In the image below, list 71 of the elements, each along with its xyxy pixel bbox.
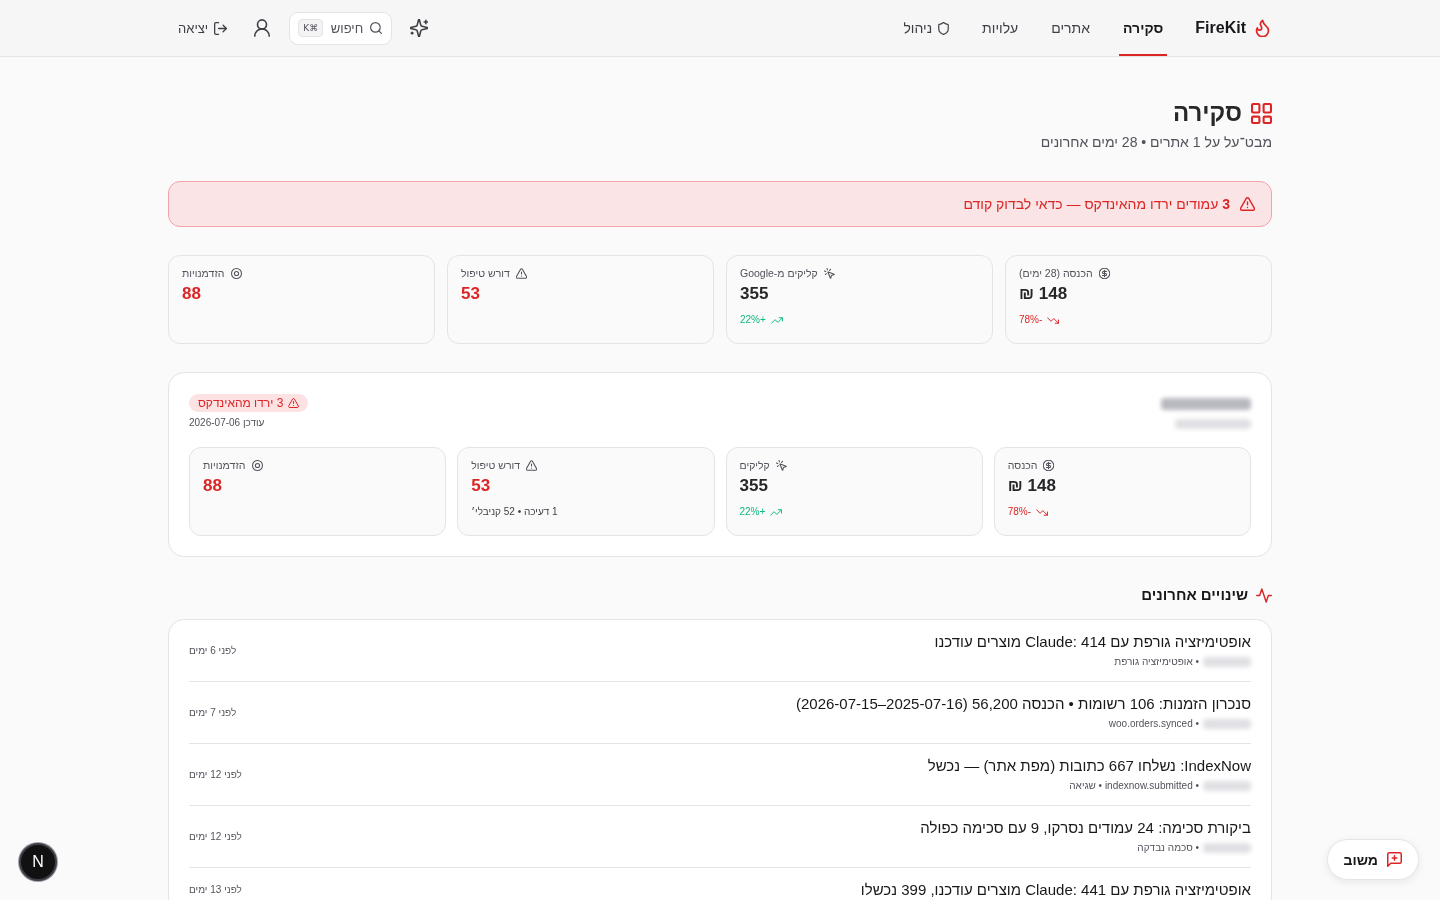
stat-value: 355 — [740, 283, 769, 305]
dev-indicator-button[interactable]: N — [19, 843, 57, 881]
activity-meta: • woo.orders.synced — [1108, 717, 1199, 731]
activity-time: לפני 6 ימים — [189, 643, 237, 658]
activity-time: לפני 12 ימים — [189, 767, 242, 782]
activity-title: אופטימיזציה גורפת עם Claude: 441 מוצרים עודכנו, 399 נכשלו — [860, 880, 1251, 900]
stat-value: 148 ₪ — [1019, 283, 1068, 305]
nav-tab[interactable]: עלויות — [978, 0, 1023, 56]
activity-meta: • indexnow.submitted • שגיאה — [1069, 779, 1199, 793]
stat-label: הכנסה — [1007, 458, 1038, 472]
stat-label: דורש טיפול — [471, 458, 521, 472]
trend-value: -78% — [1019, 313, 1043, 327]
target-icon — [251, 459, 263, 471]
stat-note: 1 דעיכה • 52 קניבלי׳ — [471, 505, 558, 519]
warning-icon — [515, 267, 527, 279]
deindexed-badge: 3 ירדו מהאינדקס — [189, 394, 309, 412]
activity-title: IndexNow: נשלחו 667 כתובות (מפת אתר) — נכשל — [927, 756, 1251, 776]
nav-tab[interactable]: סקירה — [1119, 0, 1168, 56]
warning-icon — [1240, 197, 1255, 211]
activity-time: לפני 12 ימים — [189, 829, 242, 844]
cursor-click-icon — [823, 267, 835, 279]
stat-value: 148 ₪ — [1007, 475, 1056, 497]
stat-value: 355 — [739, 475, 768, 497]
dollar-circle-icon — [1043, 459, 1055, 471]
stat-label: הזדמנויות — [203, 458, 246, 472]
activity-title: ביקורת סכימה: 24 עמודים נסרקו, 9 עם סכימה כפולה — [920, 818, 1251, 838]
stat-label: הכנסה (28 ימים) — [1019, 266, 1093, 280]
activity-meta: • סכמה נבדקה — [1137, 841, 1199, 855]
trend-value: +22% — [740, 313, 766, 327]
blurred-text — [1203, 842, 1251, 853]
sparkles-icon — [410, 19, 429, 37]
stat-label: קליקים מ-Google — [740, 266, 818, 280]
blurred-text — [1203, 780, 1251, 791]
message-plus-icon — [1387, 852, 1402, 867]
stat-label: הזדמנויות — [182, 266, 225, 280]
activity-title: אופטימיזציה גורפת עם Claude: 414 מוצרים עודכנו — [934, 632, 1251, 652]
dashboard-grid-icon — [1251, 102, 1272, 124]
stat-value: 53 — [471, 475, 491, 497]
section-title: שינויים אחרונים — [1141, 585, 1248, 605]
cursor-click-icon — [775, 459, 787, 471]
activity-title: סנכרון הזמנות: 106 רשומות • הכנסה 56,200 (2025-07-16–2026-07-15) — [796, 694, 1251, 714]
brand-link[interactable]: FireKit — [1195, 0, 1270, 56]
trend-value: -78% — [1007, 505, 1032, 519]
warning-icon — [288, 398, 300, 408]
warning-icon — [526, 459, 538, 471]
logout-icon — [214, 21, 228, 35]
updated-date: עודכן 2026-07-06 — [189, 416, 265, 430]
stat-label: קליקים — [739, 458, 770, 472]
activity-time: לפני 7 ימים — [189, 705, 237, 720]
feedback-button[interactable]: משוב — [1326, 839, 1419, 880]
blurred-text — [1203, 656, 1251, 667]
dollar-circle-icon — [1098, 267, 1110, 279]
trend-value: +22% — [739, 505, 766, 519]
blurred-text — [1203, 718, 1251, 729]
activity-time: לפני 13 ימים — [189, 883, 242, 897]
stat-value: 88 — [203, 475, 222, 497]
page-title: סקירה — [1172, 98, 1242, 128]
shield-icon — [938, 21, 950, 35]
nav-tab[interactable]: ניהול — [899, 0, 954, 56]
flame-icon — [1255, 19, 1270, 37]
nav-tab[interactable]: אתרים — [1047, 0, 1095, 56]
page-subtitle: מבט־על על 1 אתרים • 28 ימים אחרונים — [1040, 133, 1272, 152]
search-icon — [370, 21, 383, 34]
activity-icon — [1256, 587, 1272, 603]
target-icon — [230, 267, 242, 279]
stat-value: 88 — [182, 283, 201, 305]
activity-meta: • אופטימיזציה גורפת — [1114, 655, 1199, 669]
user-icon — [253, 19, 272, 37]
stat-label: דורש טיפול — [461, 266, 510, 280]
logout-button[interactable]: יציאה — [170, 14, 236, 42]
stat-value: 53 — [461, 283, 480, 305]
